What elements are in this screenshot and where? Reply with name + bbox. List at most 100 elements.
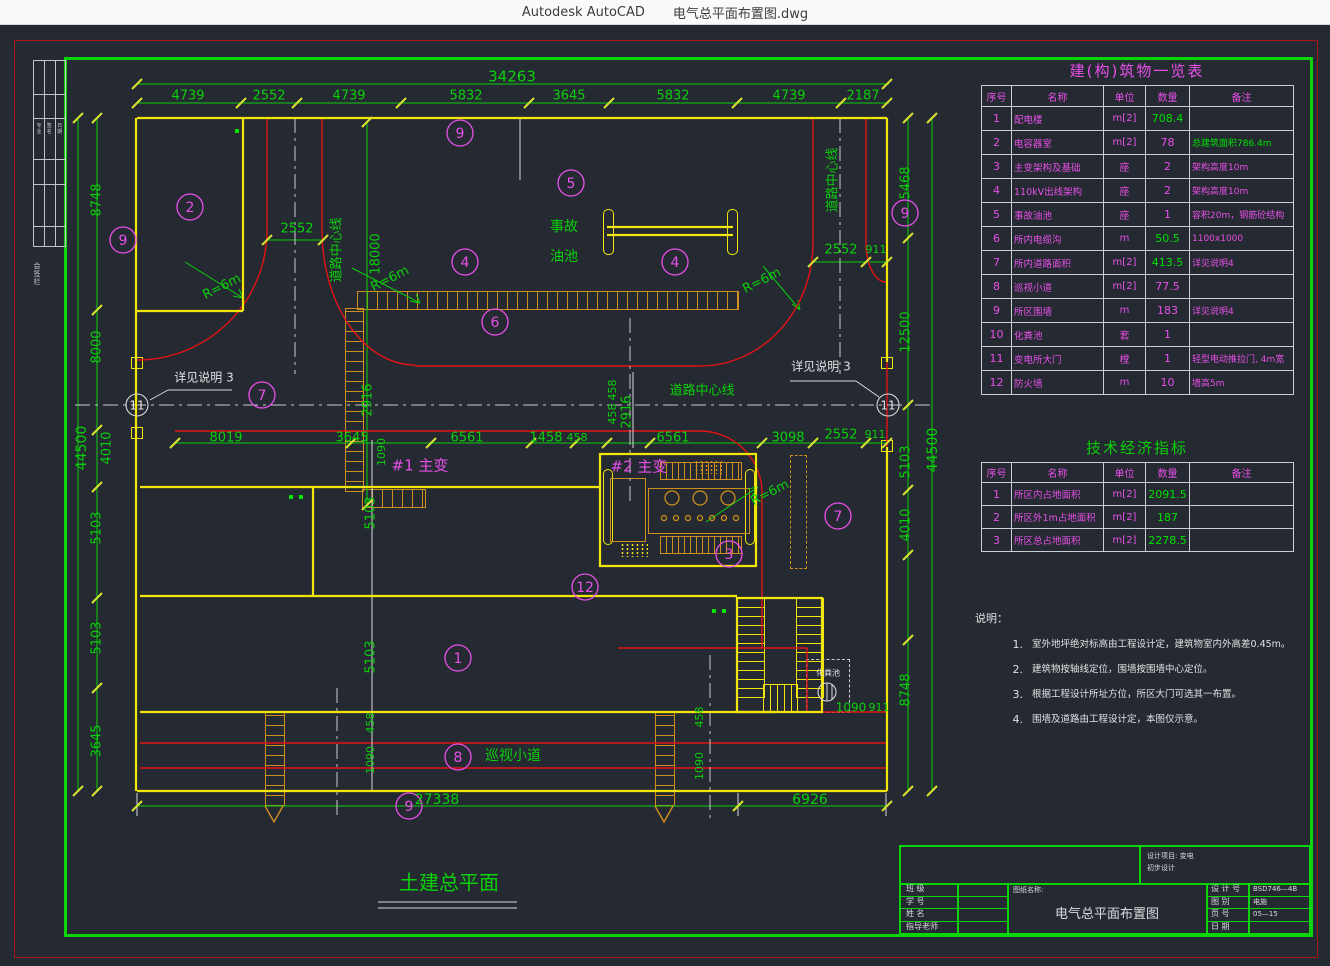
table-header: 数量 <box>1146 86 1190 107</box>
table-cell: 77.5 <box>1146 275 1190 299</box>
table-cell: 78 <box>1146 131 1190 155</box>
cable-trench <box>362 489 426 508</box>
table-cell: 所区总占地面积 <box>1012 529 1104 552</box>
stair <box>763 684 798 712</box>
table-row: 3主变架构及基础座2架构高度10m <box>982 155 1294 179</box>
table-cell: 所内道路面积 <box>1012 251 1104 275</box>
strip-line <box>34 184 65 185</box>
table-cell <box>1190 483 1294 506</box>
transformer-body <box>648 488 750 534</box>
table-cell: 2 <box>1146 155 1190 179</box>
cable-trench <box>345 308 364 492</box>
notes: 说明： 1.室外地坪绝对标高由工程设计定，建筑物室内外高差0.45m。2.建筑物… <box>975 610 1320 732</box>
strip-line <box>34 159 65 160</box>
table-cell: 11 <box>982 347 1012 371</box>
table-cell <box>1190 275 1294 299</box>
title-block: 设计项目: 变电初步设计班 级学 号姓 名指导老师设 计 号BSD746—4B图… <box>899 845 1311 935</box>
table-cell: 所区外1m占地面积 <box>1012 506 1104 529</box>
table-cell: 详见说明4 <box>1190 299 1294 323</box>
table-cell: 1 <box>1146 323 1190 347</box>
table-row: 12防火墙m10墙高5m <box>982 371 1294 395</box>
table-cell: 1 <box>1146 347 1190 371</box>
titleblock-value: 05—15 <box>1250 908 1310 920</box>
transformer-radiator <box>660 536 742 554</box>
table-header: 序号 <box>982 86 1012 107</box>
note-number: 1. <box>975 632 1032 657</box>
table-cell: 电容器室 <box>1012 131 1104 155</box>
titleblock-value: BSD746—4B <box>1250 883 1310 895</box>
table-cell: m[2] <box>1104 506 1146 529</box>
note-item: 4.围墙及道路由工程设计定，本图仅示意。 <box>975 707 1320 732</box>
table-cell: 3 <box>982 529 1012 552</box>
table-cell: 413.5 <box>1146 251 1190 275</box>
table-row: 7所内道路面积m[2]413.5详见说明4 <box>982 251 1294 275</box>
cable-trench-dashed <box>790 455 807 569</box>
table-row: 5事故油池座1容积20m，钢筋砼结构 <box>982 203 1294 227</box>
titleblock-label: 姓 名 <box>903 908 958 920</box>
strip-line <box>55 61 56 246</box>
table-row: 2所区外1m占地面积m[2]187 <box>982 506 1294 529</box>
table-cell: 化粪池 <box>1012 323 1104 347</box>
table-cell: 所区围墙 <box>1012 299 1104 323</box>
table-cell: 座 <box>1104 179 1146 203</box>
table-cell: 巡视小道 <box>1012 275 1104 299</box>
table-cell: 187 <box>1146 506 1190 529</box>
table-header: 备注 <box>1190 463 1294 483</box>
table-cell: 12 <box>982 371 1012 395</box>
table-cell: 1100x1000 <box>1190 227 1294 251</box>
table-row: 1所区内占地面积m[2]2091.5 <box>982 483 1294 506</box>
note-text: 建筑物按轴线定位，围墙按围墙中心定位。 <box>1032 657 1213 682</box>
table-cell: 所内电缆沟 <box>1012 227 1104 251</box>
strip-col-label: 签名 <box>44 123 54 135</box>
table-cell: 1 <box>982 107 1012 131</box>
buildings-table: 建(构)筑物一览表序号名称单位数量备注1配电楼m[2]708.42电容器室m[2… <box>981 60 1293 395</box>
trench-ladder <box>265 712 285 806</box>
table-row: 1配电楼m[2]708.4 <box>982 107 1294 131</box>
table-cell: 详见说明4 <box>1190 251 1294 275</box>
table-row: 9所区围墙m183详见说明4 <box>982 299 1294 323</box>
gravel-patch <box>694 460 722 474</box>
gantry-column <box>727 209 738 255</box>
cable-trench <box>357 291 739 310</box>
titleblock-label: 指导老师 <box>903 921 958 933</box>
table-cell: 1 <box>1146 203 1190 227</box>
table-cell: m[2] <box>1104 529 1146 552</box>
table-cell: 50.5 <box>1146 227 1190 251</box>
table-cell <box>1190 506 1294 529</box>
table-cell: 2 <box>982 506 1012 529</box>
table-cell: 2 <box>982 131 1012 155</box>
table-cell: 变电所大门 <box>1012 347 1104 371</box>
table-cell: 9 <box>982 299 1012 323</box>
wall-post <box>881 440 893 452</box>
table-cell: 110kV出线架构 <box>1012 179 1104 203</box>
note-item: 2.建筑物按轴线定位，围墙按围墙中心定位。 <box>975 657 1320 682</box>
table-row: 8巡视小道m[2]77.5 <box>982 275 1294 299</box>
note-item: 3.根据工程设计所址方位，所区大门可选其一布置。 <box>975 682 1320 707</box>
table-cell: 2091.5 <box>1146 483 1190 506</box>
notes-heading: 说明： <box>975 610 1320 626</box>
table-cell: 轻型电动推拉门, 4m宽 <box>1190 347 1294 371</box>
table-cell: m <box>1104 299 1146 323</box>
title-bar: Autodesk AutoCAD 电气总平面布置图.dwg <box>0 0 1330 25</box>
table-header: 单位 <box>1104 86 1146 107</box>
table-cell: m <box>1104 227 1146 251</box>
table-row: 3所区总占地面积m[2]2278.5 <box>982 529 1294 552</box>
gravel-patch <box>620 543 648 557</box>
table-cell: 座 <box>1104 203 1146 227</box>
table-cell: 配电楼 <box>1012 107 1104 131</box>
strip-line <box>34 118 65 119</box>
table-cell: 架构高度10m <box>1190 179 1294 203</box>
table-cell: 总建筑面积786.4m <box>1190 131 1294 155</box>
table-cell: 2278.5 <box>1146 529 1190 552</box>
septic-tank-box <box>806 659 850 713</box>
project-name: 设计项目: 变电 <box>1144 850 1307 862</box>
autocad-window: Autodesk AutoCAD 电气总平面布置图.dwg 专业签名日期 会签栏… <box>0 0 1330 966</box>
strip-line <box>34 94 65 95</box>
table-header: 名称 <box>1012 86 1104 107</box>
note-number: 2. <box>975 657 1032 682</box>
table-cell: 所区内占地面积 <box>1012 483 1104 506</box>
table-row: 10化粪池套1 <box>982 323 1294 347</box>
table-cell: 事故油池 <box>1012 203 1104 227</box>
table-cell <box>1190 529 1294 552</box>
table-cell: 7 <box>982 251 1012 275</box>
